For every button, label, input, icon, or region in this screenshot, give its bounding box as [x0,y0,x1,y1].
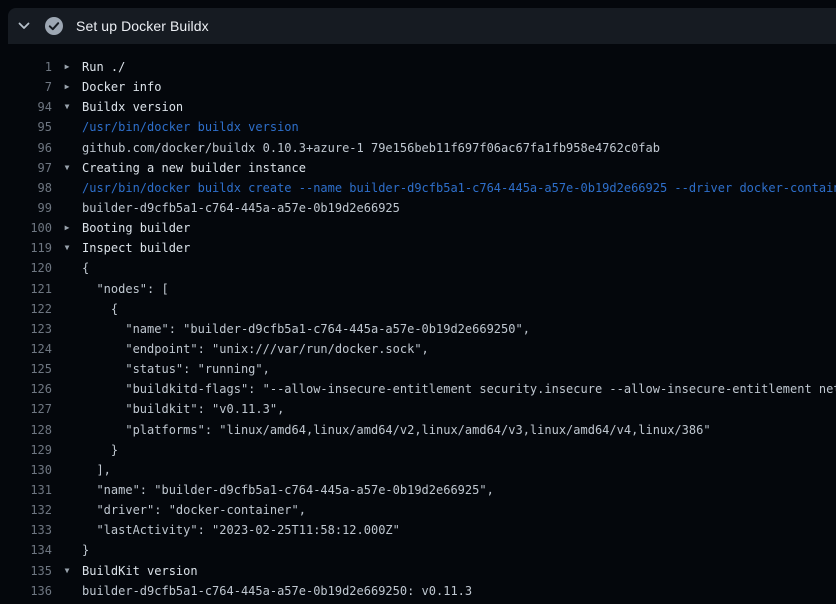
group-expand-icon[interactable]: ▶ [52,57,82,77]
output-text: "status": "running", [82,359,270,379]
group-title: Inspect builder [82,238,190,258]
line-number[interactable]: 7 [0,77,52,97]
group-collapse-icon[interactable]: ▼ [52,561,82,581]
log-line: 128 "platforms": "linux/amd64,linux/amd6… [0,420,836,440]
group-collapse-icon[interactable]: ▼ [52,238,82,258]
line-number[interactable]: 135 [0,561,52,581]
log-group-line[interactable]: 97▼Creating a new builder instance [0,158,836,178]
log-group-line[interactable]: 1▶Run ./ [0,57,836,77]
line-number[interactable]: 120 [0,258,52,278]
line-number[interactable]: 96 [0,138,52,158]
output-text: "platforms": "linux/amd64,linux/amd64/v2… [82,420,711,440]
command-text: /usr/bin/docker buildx version [82,117,299,137]
log-line: 126 "buildkitd-flags": "--allow-insecure… [0,379,836,399]
log-line: 132 "driver": "docker-container", [0,500,836,520]
log-group-line[interactable]: 100▶Booting builder [0,218,836,238]
log-line: 125 "status": "running", [0,359,836,379]
log-line: 99 builder-d9cfb5a1-c764-445a-a57e-0b19d2… [0,198,836,218]
log-line: 124 "endpoint": "unix:///var/run/docker.… [0,339,836,359]
output-text: } [82,540,89,560]
output-text: "buildkit": "v0.11.3", [82,399,284,419]
log-group-line[interactable]: 135▼BuildKit version [0,561,836,581]
log-line: 134} [0,540,836,560]
line-number[interactable]: 125 [0,359,52,379]
line-number[interactable]: 121 [0,279,52,299]
group-collapse-icon[interactable]: ▼ [52,158,82,178]
group-expand-icon[interactable]: ▶ [52,218,82,238]
check-circle-icon [44,16,64,36]
group-title: Booting builder [82,218,190,238]
output-text: "driver": "docker-container", [82,500,306,520]
log-group-line[interactable]: 94▼Buildx version [0,97,836,117]
log-viewer: 1▶Run ./7▶Docker info94▼Buildx version95… [0,57,836,601]
group-title: Creating a new builder instance [82,158,306,178]
output-text: "endpoint": "unix:///var/run/docker.sock… [82,339,429,359]
line-number[interactable]: 130 [0,460,52,480]
output-text: { [82,258,89,278]
line-number[interactable]: 124 [0,339,52,359]
output-text: } [82,440,118,460]
output-text: "buildkitd-flags": "--allow-insecure-ent… [82,379,836,399]
output-text: builder-d9cfb5a1-c764-445a-a57e-0b19d2e6… [82,581,472,601]
log-line: 120 { [0,258,836,278]
log-line: 121 "nodes": [ [0,279,836,299]
step-title: Set up Docker Buildx [76,18,209,34]
line-number[interactable]: 136 [0,581,52,601]
line-number[interactable]: 94 [0,97,52,117]
group-title: Buildx version [82,97,183,117]
line-number[interactable]: 95 [0,117,52,137]
log-line: 96 github.com/docker/buildx 0.10.3+azure-… [0,138,836,158]
line-number[interactable]: 126 [0,379,52,399]
line-number[interactable]: 131 [0,480,52,500]
command-text: /usr/bin/docker buildx create --name bui… [82,178,836,198]
log-line: 136 builder-d9cfb5a1-c764-445a-a57e-0b19d… [0,581,836,601]
group-title: Run ./ [82,57,125,77]
line-number[interactable]: 133 [0,520,52,540]
group-expand-icon[interactable]: ▶ [52,77,82,97]
group-title: BuildKit version [82,561,198,581]
output-text: "name": "builder-d9cfb5a1-c764-445a-a57e… [82,480,494,500]
line-number[interactable]: 127 [0,399,52,419]
line-number[interactable]: 123 [0,319,52,339]
line-number[interactable]: 97 [0,158,52,178]
group-title: Docker info [82,77,161,97]
output-text: builder-d9cfb5a1-c764-445a-a57e-0b19d2e6… [82,198,400,218]
line-number[interactable]: 122 [0,299,52,319]
log-line: 127 "buildkit": "v0.11.3", [0,399,836,419]
log-group-line[interactable]: 7▶Docker info [0,77,836,97]
output-text: ], [82,460,111,480]
log-line: 95/usr/bin/docker buildx version [0,117,836,137]
chevron-down-icon[interactable] [18,20,30,32]
line-number[interactable]: 99 [0,198,52,218]
output-text: "nodes": [ [82,279,169,299]
line-number[interactable]: 1 [0,57,52,77]
log-line: 122 { [0,299,836,319]
output-text: github.com/docker/buildx 0.10.3+azure-1 … [82,138,660,158]
step-header[interactable]: Set up Docker Buildx [8,8,836,44]
line-number[interactable]: 134 [0,540,52,560]
log-line: 98/usr/bin/docker buildx create --name b… [0,178,836,198]
output-text: "name": "builder-d9cfb5a1-c764-445a-a57e… [82,319,530,339]
line-number[interactable]: 119 [0,238,52,258]
log-line: 123 "name": "builder-d9cfb5a1-c764-445a-… [0,319,836,339]
line-number[interactable]: 132 [0,500,52,520]
line-number[interactable]: 98 [0,178,52,198]
output-text: "lastActivity": "2023-02-25T11:58:12.000… [82,520,400,540]
log-line: 129 } [0,440,836,460]
line-number[interactable]: 128 [0,420,52,440]
line-number[interactable]: 129 [0,440,52,460]
log-group-line[interactable]: 119▼Inspect builder [0,238,836,258]
group-collapse-icon[interactable]: ▼ [52,97,82,117]
log-line: 133 "lastActivity": "2023-02-25T11:58:12… [0,520,836,540]
line-number[interactable]: 100 [0,218,52,238]
output-text: { [82,299,118,319]
log-line: 130 ], [0,460,836,480]
log-line: 131 "name": "builder-d9cfb5a1-c764-445a-… [0,480,836,500]
